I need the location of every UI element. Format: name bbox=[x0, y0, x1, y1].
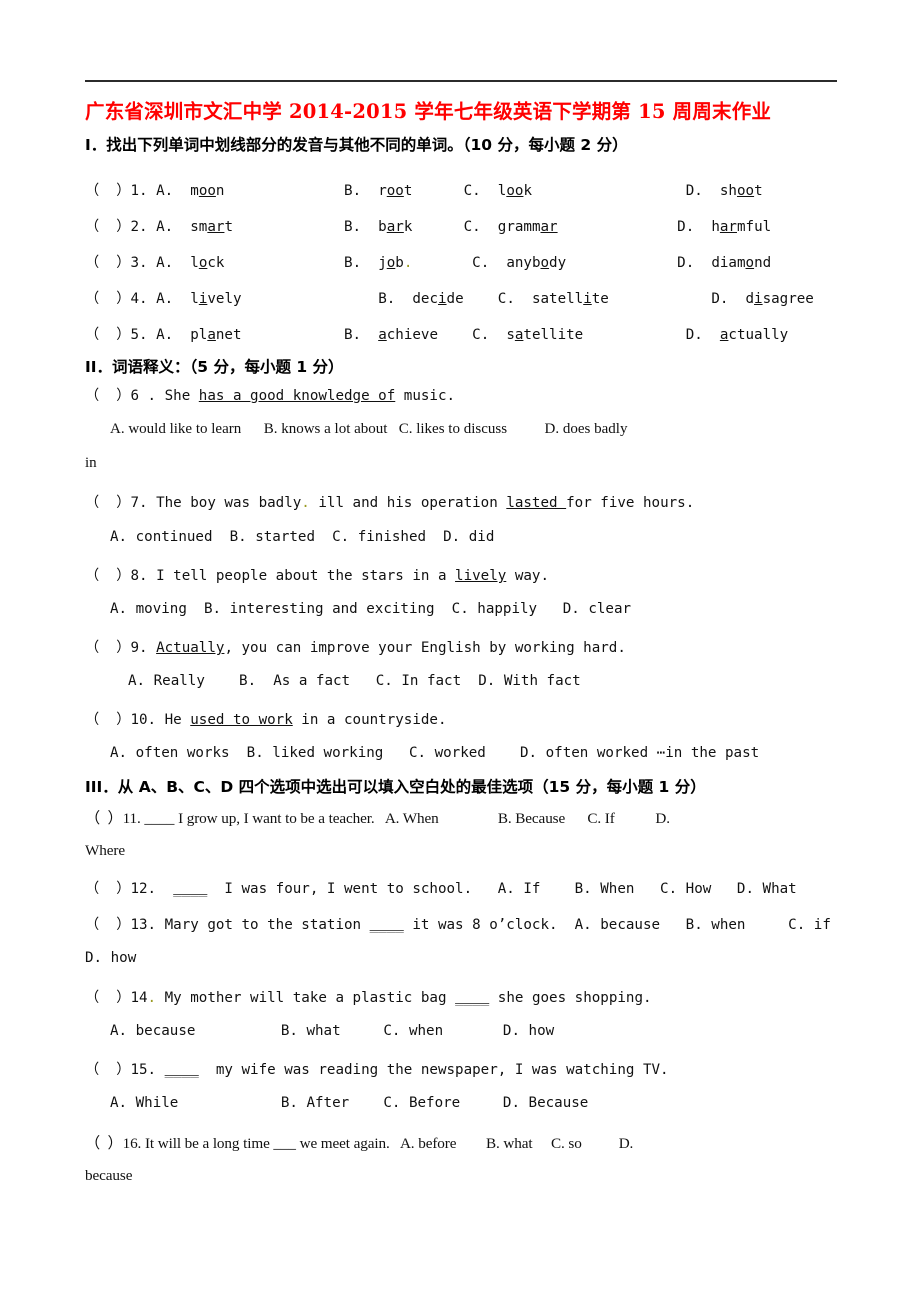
question-stem-11-wrap: Where bbox=[85, 842, 125, 859]
question-options-7: A. continued B. started C. finished D. d… bbox=[110, 529, 495, 545]
question-stem-13: （ ）13. Mary got to the station ____ it w… bbox=[85, 917, 831, 933]
question-row-2: （ ）2. A. smart B. bark C. grammar D. har… bbox=[85, 216, 771, 236]
question-options-10: A. often works B. liked working C. worke… bbox=[110, 745, 760, 761]
question-prefix-5: （ ）5. bbox=[85, 327, 157, 343]
question-options-1: A. moon B. root C. look D. shoot bbox=[156, 183, 763, 199]
question-stem-6: （ ）6 . She has a good knowledge of music… bbox=[85, 388, 456, 404]
question-row-1: （ ）1. A. moon B. root C. look D. shoot bbox=[85, 180, 763, 200]
question-row-4: （ ）4. A. lively B. decide C. satellite D… bbox=[85, 288, 814, 308]
question-stem-15: （ ）15. ____ my wife was reading the news… bbox=[85, 1062, 669, 1078]
header-rule bbox=[85, 80, 837, 82]
question-options-8: A. moving B. interesting and exciting C.… bbox=[110, 601, 632, 617]
question-row-5: （ ）5. A. planet B. achieve C. satellite … bbox=[85, 324, 788, 344]
question-options-5: A. planet B. achieve C. satellite D. act… bbox=[156, 327, 789, 343]
question-options-9: A. Really B. As a fact C. In fact D. Wit… bbox=[128, 673, 581, 689]
question-options-6: A. would like to learn B. knows a lot ab… bbox=[110, 421, 628, 437]
section-heading-3: III．从 A、B、C、D 四个选项中选出可以填入空白处的最佳选项（15 分，每… bbox=[85, 778, 706, 796]
question-prefix-1: （ ）1. bbox=[85, 183, 157, 199]
question-stem-7: （ ）7. The boy was badly. ill and his ope… bbox=[85, 495, 695, 511]
question-options-2: A. smart B. bark C. grammar D. harmful bbox=[156, 219, 772, 235]
question-prefix-2: （ ）2. bbox=[85, 219, 157, 235]
question-options-15: A. While B. After C. Before D. Because bbox=[110, 1095, 589, 1111]
section-heading-2: II．词语释义：（5 分，每小题 1 分） bbox=[85, 358, 344, 376]
question-options-4: A. lively B. decide C. satellite D. disa… bbox=[156, 291, 814, 307]
question-stem-14: （ ）14. My mother will take a plastic bag… bbox=[85, 990, 652, 1006]
question-prefix-3: （ ）3. bbox=[85, 255, 157, 271]
question-options-6-wrap: in bbox=[85, 455, 97, 471]
question-stem-13-wrap: D. how bbox=[85, 950, 137, 966]
question-stem-8: （ ）8. I tell people about the stars in a… bbox=[85, 568, 550, 584]
page-title: 广东省深圳市文汇中学 2014-2015 学年七年级英语下学期第 15 周周末作… bbox=[85, 100, 772, 123]
section-heading-1: I．找出下列单词中划线部分的发音与其他不同的单词。（10 分，每小题 2 分） bbox=[85, 136, 628, 154]
question-stem-9: （ ）9. Actually, you can improve your Eng… bbox=[85, 640, 626, 656]
exam-worksheet-page: 广东省深圳市文汇中学 2014-2015 学年七年级英语下学期第 15 周周末作… bbox=[0, 0, 920, 1302]
question-prefix-4: （ ）4. bbox=[85, 291, 157, 307]
question-stem-10: （ ）10. He used to work in a countryside. bbox=[85, 712, 447, 728]
question-stem-16: （ ）16. It will be a long time ___ we mee… bbox=[85, 1135, 634, 1152]
question-stem-11: （ ）11. ____ I grow up, I want to be a te… bbox=[85, 810, 670, 827]
question-options-3: A. lock B. job. C. anybody D. diamond bbox=[156, 255, 772, 271]
question-options-14: A. because B. what C. when D. how bbox=[110, 1023, 555, 1039]
question-row-3: （ ）3. A. lock B. job. C. anybody D. diam… bbox=[85, 252, 771, 272]
question-stem-16-wrap: because bbox=[85, 1167, 133, 1184]
question-stem-12: （ ）12. ____ I was four, I went to school… bbox=[85, 881, 797, 897]
